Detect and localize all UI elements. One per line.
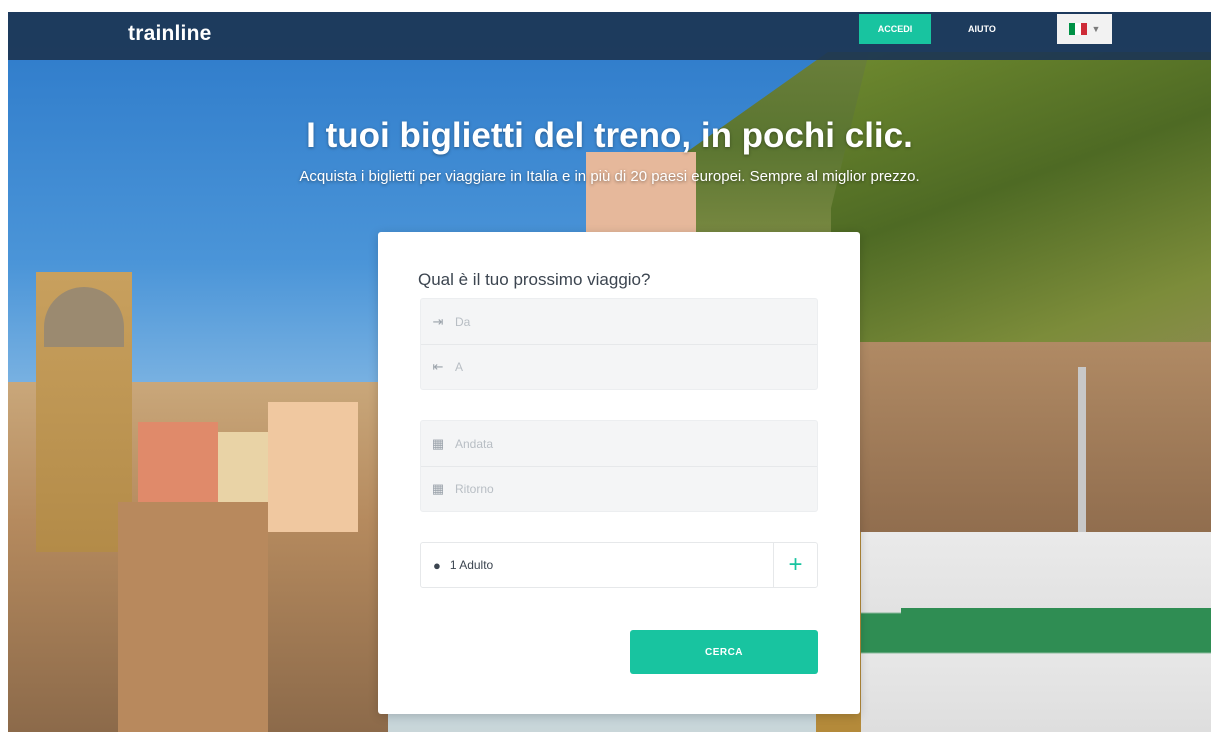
- passengers-label: 1 Adulto: [449, 558, 494, 572]
- login-button[interactable]: ACCEDI: [859, 14, 931, 44]
- arrival-station-icon: ⇤: [432, 359, 444, 374]
- user-icon: ●: [433, 557, 441, 573]
- italian-flag-icon: [1068, 23, 1087, 35]
- add-passenger-button[interactable]: +: [773, 543, 817, 587]
- page: trainline ACCEDI AIUTO ▼ I tuoi bigliett…: [8, 12, 1211, 732]
- hero-title: I tuoi biglietti del treno, in pochi cli…: [306, 116, 913, 155]
- departure-station-icon: ⇥: [432, 313, 444, 329]
- from-placeholder: Da: [455, 314, 471, 329]
- calendar-icon: ▦: [431, 481, 445, 496]
- trainline-logo[interactable]: trainline: [128, 22, 211, 46]
- chevron-down-icon: ▼: [1091, 24, 1101, 34]
- hero-subtitle: Acquista i biglietti per viaggiare in It…: [299, 168, 920, 185]
- calendar-icon: ▦: [431, 435, 445, 451]
- return-date-field[interactable]: ▦ Ritorno: [421, 466, 817, 511]
- language-selector[interactable]: ▼: [1057, 14, 1112, 44]
- train-image: [861, 532, 1211, 732]
- to-field[interactable]: ⇤ A: [421, 344, 817, 389]
- passengers-field[interactable]: ● 1 Adulto +: [420, 542, 818, 588]
- from-field[interactable]: ⇥ Da: [421, 299, 817, 344]
- route-fields: ⇥ Da ⇤ A: [420, 298, 818, 390]
- top-navbar: trainline ACCEDI AIUTO ▼: [8, 12, 1211, 60]
- departure-date-field[interactable]: ▦ Andata: [421, 421, 817, 466]
- help-link[interactable]: AIUTO: [968, 24, 996, 34]
- departure-placeholder: Andata: [455, 436, 494, 451]
- date-fields: ▦ Andata ▦ Ritorno: [420, 420, 818, 512]
- search-button[interactable]: CERCA: [630, 630, 818, 674]
- return-placeholder: Ritorno: [455, 482, 494, 496]
- search-form-card: Qual è il tuo prossimo viaggio? ⇥ Da ⇤ A…: [378, 232, 860, 714]
- search-heading: Qual è il tuo prossimo viaggio?: [418, 270, 651, 289]
- to-placeholder: A: [455, 360, 464, 374]
